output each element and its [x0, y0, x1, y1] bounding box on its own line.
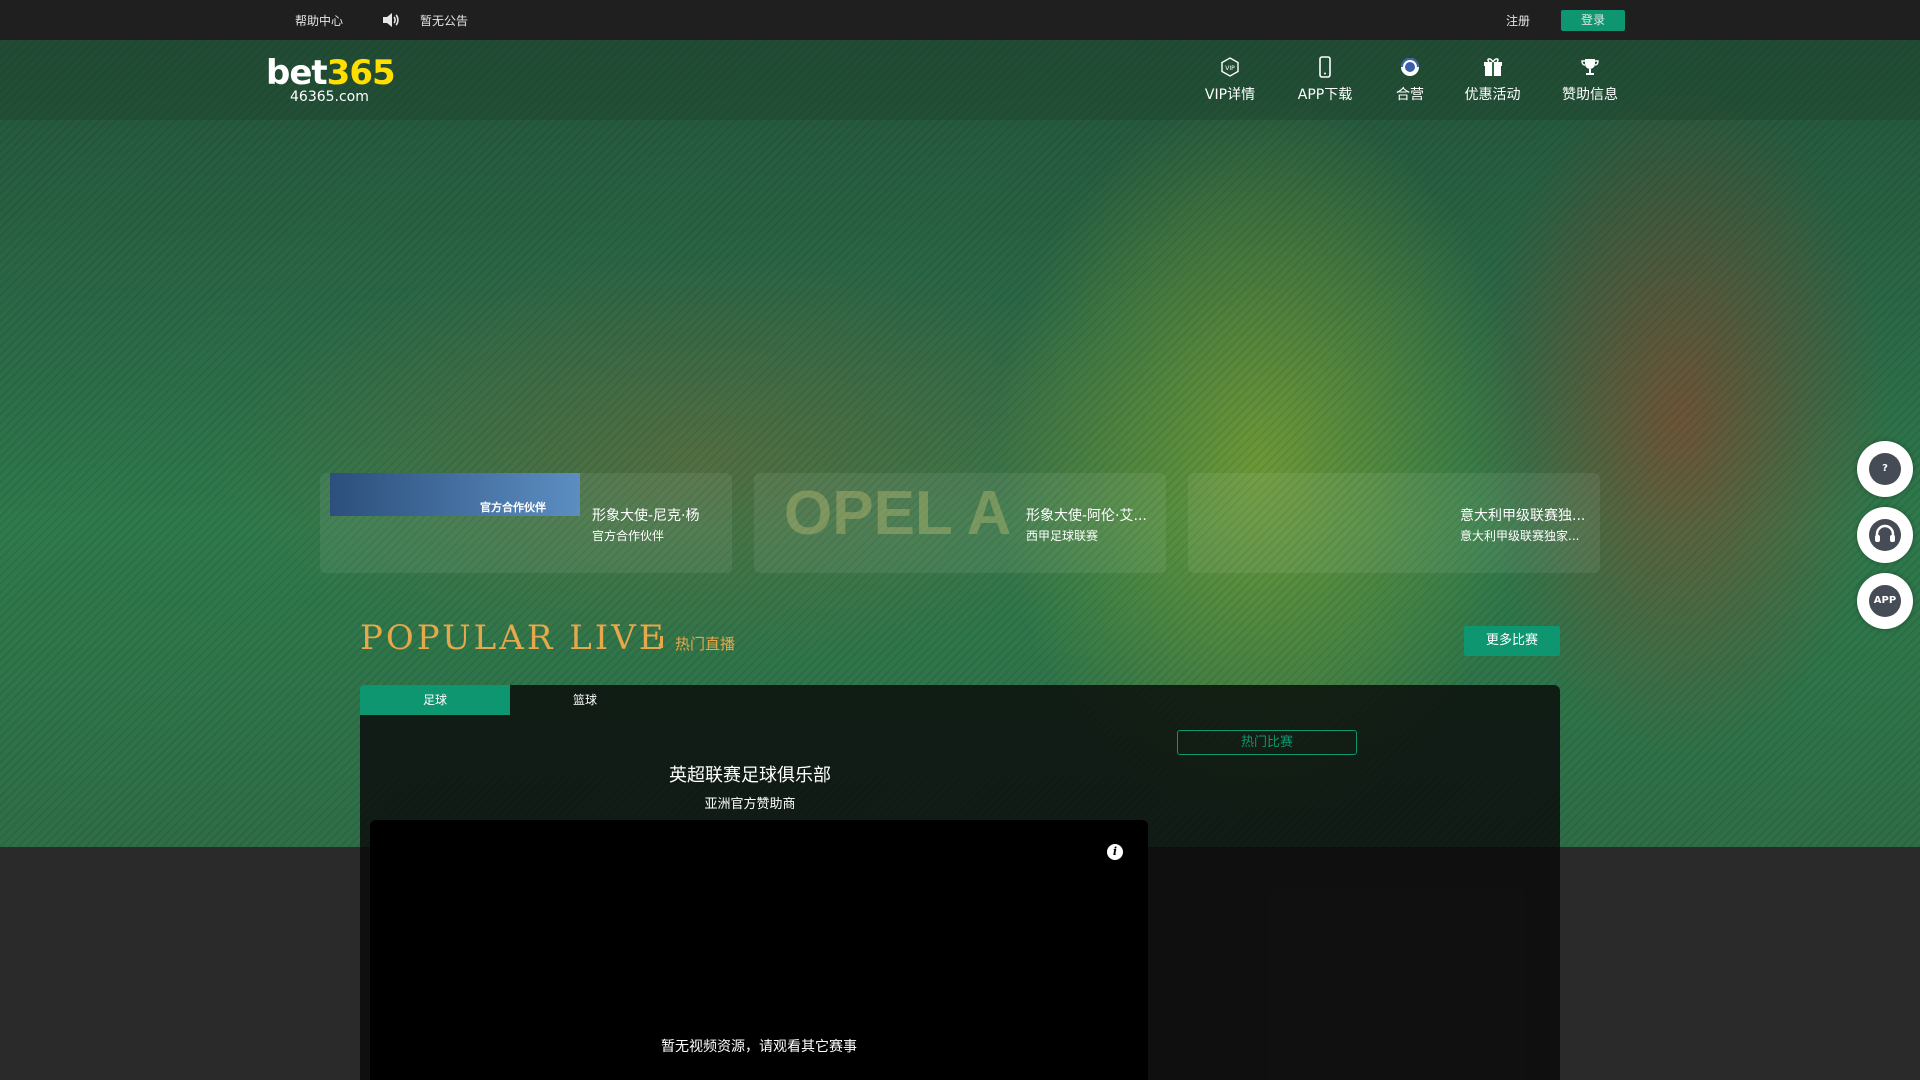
register-link[interactable]: 注册: [1506, 12, 1530, 29]
announcement-text: 暂无公告: [420, 14, 469, 28]
card-title: 形象大使-尼克·杨: [592, 508, 700, 524]
sponsor-cards: 官方合作伙伴 形象大使-尼克·杨 官方合作伙伴 OPEL AREN 形象大使-阿…: [320, 473, 1600, 573]
nav-label: 优惠活动: [1464, 87, 1521, 103]
side-app-button[interactable]: APP: [1857, 573, 1913, 629]
card-subtitle: 官方合作伙伴: [592, 529, 665, 543]
side-help-button[interactable]: ?: [1857, 441, 1913, 497]
phone-icon: [1290, 56, 1360, 78]
side-customer-service-button[interactable]: [1857, 507, 1913, 563]
nav-item-promotions[interactable]: 优惠活动: [1460, 56, 1525, 106]
thumb-caption: OPEL AREN: [784, 479, 1014, 548]
card-subtitle: 意大利甲级联赛独家...: [1460, 529, 1580, 543]
match-title: 英超联赛足球俱乐部: [669, 765, 831, 786]
main-header: bet365 46365.com: [0, 40, 1920, 120]
sponsor-card[interactable]: 官方合作伙伴 形象大使-尼克·杨 官方合作伙伴: [320, 473, 732, 573]
match-subtitle: 亚洲官方赞助商: [704, 797, 796, 812]
tab-basketball[interactable]: 篮球: [510, 685, 660, 715]
video-player[interactable]: i 暂无视频资源，请观看其它赛事: [370, 820, 1148, 1080]
nav-item-vip[interactable]: VIP VIP详情: [1200, 56, 1260, 106]
nav-label: APP下载: [1297, 87, 1353, 103]
tab-football[interactable]: 足球: [360, 685, 510, 715]
info-icon[interactable]: i: [1107, 844, 1123, 860]
top-utility-bar: 帮助中心 暂无公告 注册 登录: [0, 0, 1920, 40]
vip-icon: VIP: [1200, 56, 1260, 78]
thumb-caption: 官方合作伙伴: [480, 501, 546, 514]
nav-item-sponsorship[interactable]: 赞助信息: [1560, 56, 1620, 106]
speaker-icon: [381, 10, 401, 30]
nav-item-app[interactable]: APP下载: [1290, 56, 1360, 106]
logo-prefix: bet: [266, 53, 328, 93]
card-thumbnail: 官方合作伙伴: [330, 473, 580, 516]
svg-text:VIP: VIP: [1225, 65, 1235, 72]
sponsor-card[interactable]: 意大利甲级联赛独... 意大利甲级联赛独家...: [1188, 473, 1600, 573]
popular-live-heading: POPULAR LIVE 热门直播: [360, 618, 735, 658]
help-icon: ?: [1869, 453, 1901, 485]
no-video-message: 暂无视频资源，请观看其它赛事: [661, 1039, 857, 1055]
app-icon: APP: [1869, 585, 1901, 617]
trophy-icon: [1560, 56, 1620, 78]
card-thumbnail: OPEL AREN: [764, 473, 1014, 573]
card-title: 意大利甲级联赛独...: [1460, 508, 1586, 524]
live-panel: 足球 篮球 英超联赛足球俱乐部 亚洲官方赞助商 i 暂无视频资源，请观看其它赛事…: [360, 685, 1560, 1080]
nav-label: VIP详情: [1204, 87, 1256, 103]
help-center-link[interactable]: 帮助中心: [295, 12, 343, 29]
sponsor-card[interactable]: OPEL AREN 形象大使-阿伦·艾... 西甲足球联赛: [754, 473, 1166, 573]
card-subtitle: 西甲足球联赛: [1026, 529, 1099, 543]
customer-service-icon: [1869, 519, 1901, 551]
more-matches-button[interactable]: 更多比赛: [1464, 626, 1560, 656]
card-thumbnail: [1198, 473, 1448, 516]
gift-icon: [1460, 56, 1525, 78]
nav-item-partner[interactable]: 合营: [1385, 56, 1435, 106]
brand-logo[interactable]: bet365 46365.com: [266, 53, 396, 104]
nav-label: 赞助信息: [1562, 87, 1618, 103]
nav-label: 合营: [1396, 87, 1424, 103]
popular-live-subtitle: 热门直播: [675, 635, 736, 653]
login-button[interactable]: 登录: [1561, 10, 1625, 31]
card-title: 形象大使-阿伦·艾...: [1026, 508, 1147, 524]
popular-live-title: POPULAR LIVE: [360, 618, 667, 658]
hot-matches-label[interactable]: 热门比赛: [1177, 730, 1357, 755]
logo-number: 365: [326, 53, 396, 93]
heading-divider: [660, 636, 663, 648]
partner-icon: [1385, 56, 1435, 78]
